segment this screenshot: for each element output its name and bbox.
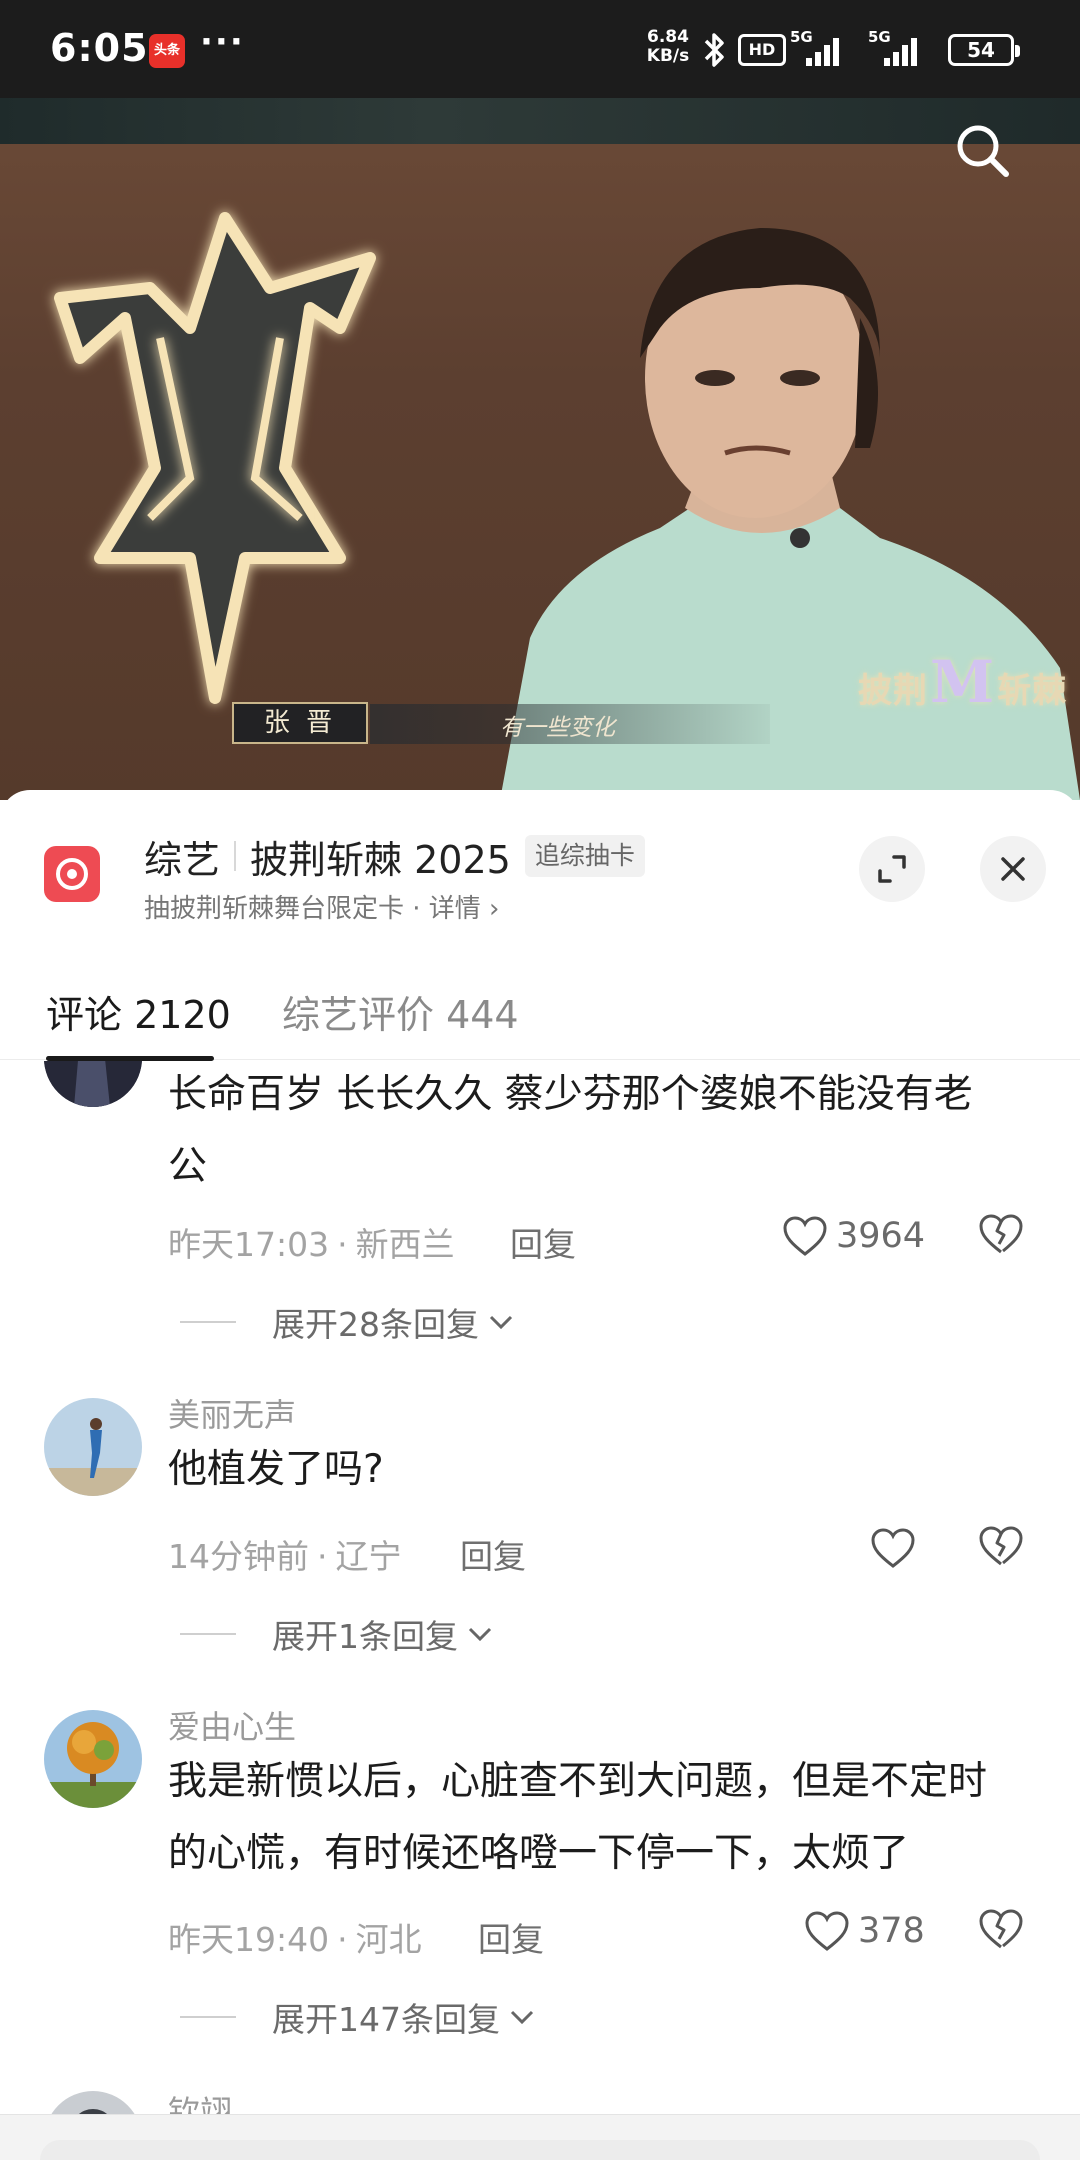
reply-button[interactable]: 回复 — [478, 1913, 544, 1961]
like-button[interactable]: 378 — [804, 1906, 925, 1956]
broken-heart-icon[interactable] — [978, 1525, 1024, 1567]
comment-author[interactable]: 美丽无声 — [168, 1390, 296, 1436]
battery-indicator: 54 — [948, 34, 1020, 66]
signal-1-bars-icon — [806, 36, 844, 66]
expand-replies-button[interactable]: 展开28条回复 — [180, 1297, 515, 1347]
reply-button[interactable]: 回复 — [460, 1530, 526, 1578]
expand-icon — [878, 855, 906, 883]
comment-meta: 14分钟前 · 辽宁 — [168, 1537, 402, 1576]
chevron-down-icon — [468, 1627, 492, 1642]
comment-text-line: 公 — [168, 1144, 208, 1189]
show-logo-m: M — [930, 648, 996, 716]
comment-input[interactable] — [40, 2140, 1040, 2160]
comment-text-line: 他植发了吗? — [168, 1447, 384, 1492]
comment-location: 新西兰 — [355, 1225, 455, 1264]
comment-list[interactable]: 长命百岁 长长久久 蔡少芬那个婆娘不能没有老 公 昨天17:03 · 新西兰 回复 … — [0, 1061, 1080, 2160]
broken-heart-icon[interactable] — [978, 1908, 1024, 1950]
avatar[interactable] — [44, 1398, 142, 1496]
network-speed: 6.84 KB/s — [640, 28, 696, 66]
comment-time: 昨天19:40 — [168, 1920, 330, 1959]
show-logo-left: 披荆 — [858, 671, 928, 711]
video-player[interactable]: 张 晋 有一些变化 披荆M斩棘 — [0, 98, 1080, 800]
show-logo-right: 斩棘 — [997, 671, 1068, 711]
sheet-category: 综艺 — [144, 837, 221, 882]
sheet-subtitle-link[interactable]: 抽披荆斩棘舞台限定卡 · 详情 › — [144, 888, 499, 925]
heart-icon — [871, 1528, 915, 1568]
like-button[interactable] — [870, 1523, 924, 1573]
expand-replies-button[interactable]: 展开1条回复 — [180, 1609, 494, 1659]
expand-replies-label: 展开28条回复 — [272, 1305, 479, 1344]
header-divider — [234, 841, 237, 871]
expand-replies-label: 展开147条回复 — [272, 2000, 500, 2039]
tab-variety-ratings[interactable]: 综艺评价 444 — [282, 984, 519, 1039]
comment-meta: 昨天19:40 · 河北 — [168, 1920, 422, 1959]
heart-icon — [783, 1216, 827, 1256]
close-icon — [1001, 857, 1025, 881]
comment-sheet: 综艺 披荆斩棘 2025 追综抽卡 抽披荆斩棘舞台限定卡 · 详情 › 评论 2… — [0, 790, 1080, 2160]
comment-text-line: 我是新惯以后，心脏查不到大问题，但是不定时 — [168, 1759, 988, 1804]
hd-voice-icon: HD — [738, 34, 786, 66]
sheet-title[interactable]: 披荆斩棘 2025 — [250, 829, 511, 884]
comment-location: 河北 — [355, 1920, 422, 1959]
comment-meta: 昨天17:03 · 新西兰 — [168, 1225, 455, 1264]
network-speed-value: 6.84 — [647, 27, 689, 47]
broken-heart-icon[interactable] — [978, 1213, 1024, 1255]
expand-button[interactable] — [859, 836, 925, 902]
heart-icon — [805, 1911, 849, 1951]
like-button[interactable]: 3964 — [782, 1211, 925, 1261]
network-speed-unit: KB/s — [646, 46, 690, 66]
sheet-header: 综艺 披荆斩棘 2025 追综抽卡 — [144, 830, 645, 882]
tab-comments[interactable]: 评论 2120 — [46, 984, 231, 1039]
show-watermark-logo: 披荆M斩棘 — [858, 648, 1067, 716]
comment-time: 昨天17:03 — [168, 1225, 330, 1264]
avatar[interactable] — [44, 1061, 142, 1107]
bluetooth-icon — [704, 33, 724, 67]
comment-text: 他植发了吗? — [168, 1434, 1038, 1506]
comment-text-line: 长命百岁 长长久久 蔡少芬那个婆娘不能没有老 — [168, 1072, 973, 1117]
caption-text: 有一些变化 — [500, 715, 615, 741]
toutiao-app-icon: 头条 — [149, 34, 185, 68]
comment-author[interactable]: 爱由心生 — [168, 1702, 296, 1748]
status-time: 6:05 — [50, 26, 149, 70]
signal-2-bars-icon — [884, 36, 922, 66]
notification-more-icon: ··· — [200, 22, 245, 62]
caption-speaker-name: 张 晋 — [232, 702, 368, 744]
chevron-down-icon — [510, 2010, 534, 2025]
search-icon[interactable] — [950, 118, 1016, 184]
like-count: 378 — [858, 1911, 925, 1951]
status-bar: 6:05 头条 ··· 6.84 KB/s HD 5G 5G 54 — [0, 0, 1080, 98]
comment-time: 14分钟前 — [168, 1537, 309, 1576]
comment-text: 长命百岁 长长久久 蔡少芬那个婆娘不能没有老 公 — [168, 1061, 1038, 1203]
comment-tabs: 评论 2120 综艺评价 444 — [0, 970, 1080, 1061]
avatar[interactable] — [44, 1710, 142, 1808]
collect-card-chip[interactable]: 追综抽卡 — [524, 835, 645, 877]
comment-text: 我是新惯以后，心脏查不到大问题，但是不定时 的心慌，有时候还咯噔一下停一下，太烦… — [168, 1746, 1038, 1890]
chevron-down-icon — [489, 1315, 513, 1330]
close-button[interactable] — [980, 836, 1046, 902]
video-top-strip — [0, 98, 1080, 144]
expand-replies-label: 展开1条回复 — [272, 1617, 458, 1656]
reply-button[interactable]: 回复 — [510, 1218, 576, 1266]
like-count: 3964 — [836, 1216, 926, 1256]
comment-location: 辽宁 — [335, 1537, 402, 1576]
expand-replies-button[interactable]: 展开147条回复 — [180, 1992, 536, 2042]
show-m-logo-image — [54, 212, 376, 704]
comment-text-line: 的心慌，有时候还咯噔一下停一下，太烦了 — [168, 1831, 910, 1876]
variety-channel-icon[interactable] — [44, 846, 100, 902]
